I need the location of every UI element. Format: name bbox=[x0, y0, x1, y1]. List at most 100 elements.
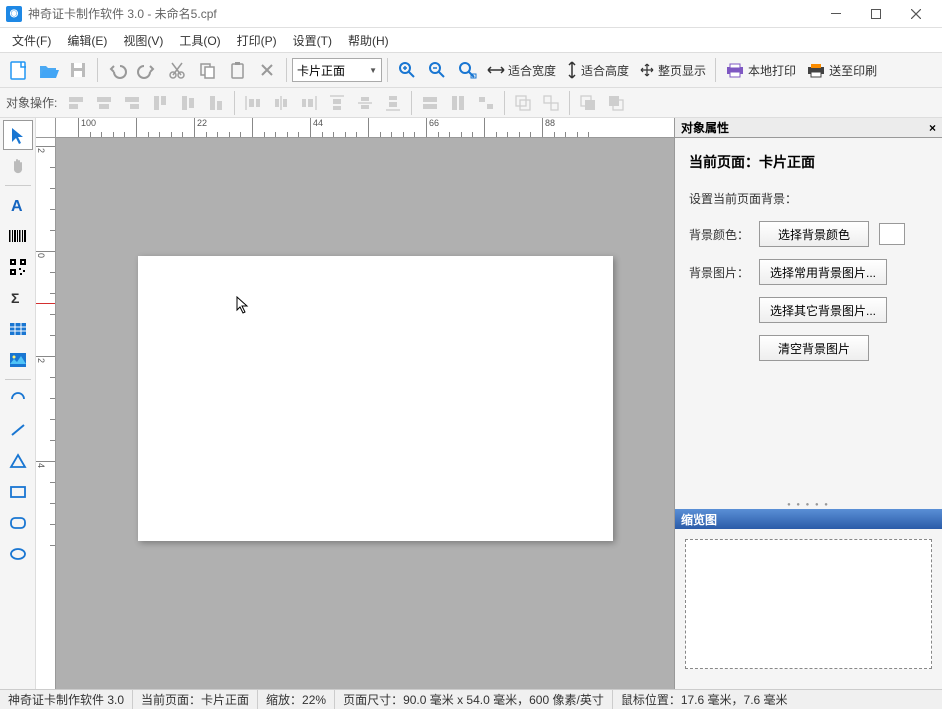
pan-tool[interactable] bbox=[3, 151, 33, 181]
align-left-button[interactable] bbox=[63, 91, 89, 115]
canvas[interactable] bbox=[56, 138, 674, 689]
menu-edit[interactable]: 编辑(E) bbox=[59, 30, 115, 51]
align-right-button[interactable] bbox=[119, 91, 145, 115]
align-center-h-button[interactable] bbox=[91, 91, 117, 115]
paste-button[interactable] bbox=[223, 56, 251, 84]
dist-bottom-button[interactable] bbox=[380, 91, 406, 115]
bg-color-label: 背景颜色： bbox=[689, 226, 749, 243]
bring-front-button[interactable] bbox=[575, 91, 601, 115]
object-toolbar-label: 对象操作: bbox=[6, 94, 57, 111]
dist-center-v-button[interactable] bbox=[352, 91, 378, 115]
properties-panel-header: 对象属性 × bbox=[675, 118, 942, 138]
cursor-icon bbox=[236, 296, 250, 314]
undo-button[interactable] bbox=[103, 56, 131, 84]
full-page-button[interactable]: 整页显示 bbox=[635, 56, 710, 84]
same-size-button[interactable] bbox=[473, 91, 499, 115]
choose-bg-color-button[interactable]: 选择背景颜色 bbox=[759, 221, 869, 247]
formula-tool[interactable]: Σ bbox=[3, 283, 33, 313]
redo-button[interactable] bbox=[133, 56, 161, 84]
properties-panel-title: 对象属性 bbox=[681, 119, 729, 136]
card-side-select[interactable]: 卡片正面 ▼ bbox=[292, 58, 382, 82]
barcode-tool[interactable] bbox=[3, 221, 33, 251]
ruler-corner bbox=[36, 118, 56, 138]
align-bottom-button[interactable] bbox=[203, 91, 229, 115]
svg-text:A: A bbox=[11, 198, 23, 214]
send-print-button[interactable]: 送至印刷 bbox=[802, 56, 881, 84]
dist-left-button[interactable] bbox=[240, 91, 266, 115]
bg-image-label: 背景图片： bbox=[689, 264, 749, 281]
properties-panel: 对象属性 × 当前页面：卡片正面 设置当前页面背景： 背景颜色： 选择背景颜色 … bbox=[674, 118, 942, 689]
new-file-button[interactable] bbox=[4, 56, 32, 84]
image-tool[interactable] bbox=[3, 345, 33, 375]
status-page: 当前页面：卡片正面 bbox=[133, 690, 258, 709]
full-page-icon bbox=[639, 62, 655, 78]
window-title: 神奇证卡制作软件 3.0 - 未命名5.cpf bbox=[28, 5, 816, 22]
ruler-guide-line bbox=[36, 303, 55, 304]
send-back-button[interactable] bbox=[603, 91, 629, 115]
align-middle-button[interactable] bbox=[175, 91, 201, 115]
status-zoom: 缩放：22% bbox=[258, 690, 335, 709]
menu-file[interactable]: 文件(F) bbox=[4, 30, 59, 51]
line-tool[interactable] bbox=[3, 415, 33, 445]
choose-common-bg-button[interactable]: 选择常用背景图片... bbox=[759, 259, 887, 285]
bg-color-swatch[interactable] bbox=[879, 223, 905, 245]
fit-height-button[interactable]: 适合高度 bbox=[562, 56, 633, 84]
menu-bar: 文件(F) 编辑(E) 视图(V) 工具(O) 打印(P) 设置(T) 帮助(H… bbox=[0, 28, 942, 52]
card-page[interactable] bbox=[138, 256, 613, 541]
main-area: A Σ 10022446688 2024 对象属性 × bbox=[0, 118, 942, 689]
menu-help[interactable]: 帮助(H) bbox=[340, 30, 397, 51]
ruler-horizontal[interactable]: 10022446688 bbox=[56, 118, 674, 138]
card-side-select-value: 卡片正面 bbox=[297, 62, 345, 79]
thumbnail-panel bbox=[675, 529, 942, 689]
zoom-in-button[interactable] bbox=[393, 56, 421, 84]
panel-resize-grip[interactable]: ● ● ● ● ● bbox=[675, 501, 942, 509]
choose-other-bg-button[interactable]: 选择其它背景图片... bbox=[759, 297, 887, 323]
cut-button[interactable] bbox=[163, 56, 191, 84]
menu-tools[interactable]: 工具(O) bbox=[171, 30, 228, 51]
save-file-button[interactable] bbox=[64, 56, 92, 84]
ruler-vertical[interactable]: 2024 bbox=[36, 138, 56, 689]
current-page-heading: 当前页面：卡片正面 bbox=[689, 152, 928, 172]
dist-top-button[interactable] bbox=[324, 91, 350, 115]
app-icon: ◉ bbox=[6, 6, 22, 22]
ungroup-button[interactable] bbox=[538, 91, 564, 115]
fit-width-button[interactable]: 适合宽度 bbox=[483, 56, 560, 84]
dist-center-h-button[interactable] bbox=[268, 91, 294, 115]
select-tool[interactable] bbox=[3, 120, 33, 150]
local-print-button[interactable]: 本地打印 bbox=[721, 56, 800, 84]
open-file-button[interactable] bbox=[34, 56, 62, 84]
main-toolbar: 卡片正面 ▼ 适合宽度 适合高度 整页显示 本地打印 送至印刷 bbox=[0, 52, 942, 88]
minimize-button[interactable] bbox=[816, 0, 856, 28]
object-toolbar: 对象操作: bbox=[0, 88, 942, 118]
menu-view[interactable]: 视图(V) bbox=[115, 30, 171, 51]
ellipse-tool[interactable] bbox=[3, 539, 33, 569]
delete-button[interactable] bbox=[253, 56, 281, 84]
menu-settings[interactable]: 设置(T) bbox=[285, 30, 340, 51]
set-bg-label: 设置当前页面背景： bbox=[689, 190, 928, 207]
group-button[interactable] bbox=[510, 91, 536, 115]
title-bar: ◉ 神奇证卡制作软件 3.0 - 未命名5.cpf bbox=[0, 0, 942, 28]
fit-width-icon bbox=[487, 64, 505, 76]
zoom-area-button[interactable] bbox=[453, 56, 481, 84]
clear-bg-button[interactable]: 清空背景图片 bbox=[759, 335, 869, 361]
thumbnail-preview[interactable] bbox=[685, 539, 932, 669]
text-tool[interactable]: A bbox=[3, 190, 33, 220]
triangle-tool[interactable] bbox=[3, 446, 33, 476]
ellipse-path-tool[interactable] bbox=[3, 384, 33, 414]
qrcode-tool[interactable] bbox=[3, 252, 33, 282]
rounded-rect-tool[interactable] bbox=[3, 508, 33, 538]
menu-print[interactable]: 打印(P) bbox=[229, 30, 285, 51]
fit-height-icon bbox=[566, 61, 578, 79]
rectangle-tool[interactable] bbox=[3, 477, 33, 507]
table-tool[interactable] bbox=[3, 314, 33, 344]
close-button[interactable] bbox=[896, 0, 936, 28]
copy-button[interactable] bbox=[193, 56, 221, 84]
align-top-button[interactable] bbox=[147, 91, 173, 115]
zoom-out-button[interactable] bbox=[423, 56, 451, 84]
dist-right-button[interactable] bbox=[296, 91, 322, 115]
same-height-button[interactable] bbox=[445, 91, 471, 115]
same-width-button[interactable] bbox=[417, 91, 443, 115]
maximize-button[interactable] bbox=[856, 0, 896, 28]
properties-panel-close[interactable]: × bbox=[929, 121, 936, 135]
printer-icon bbox=[725, 62, 745, 78]
